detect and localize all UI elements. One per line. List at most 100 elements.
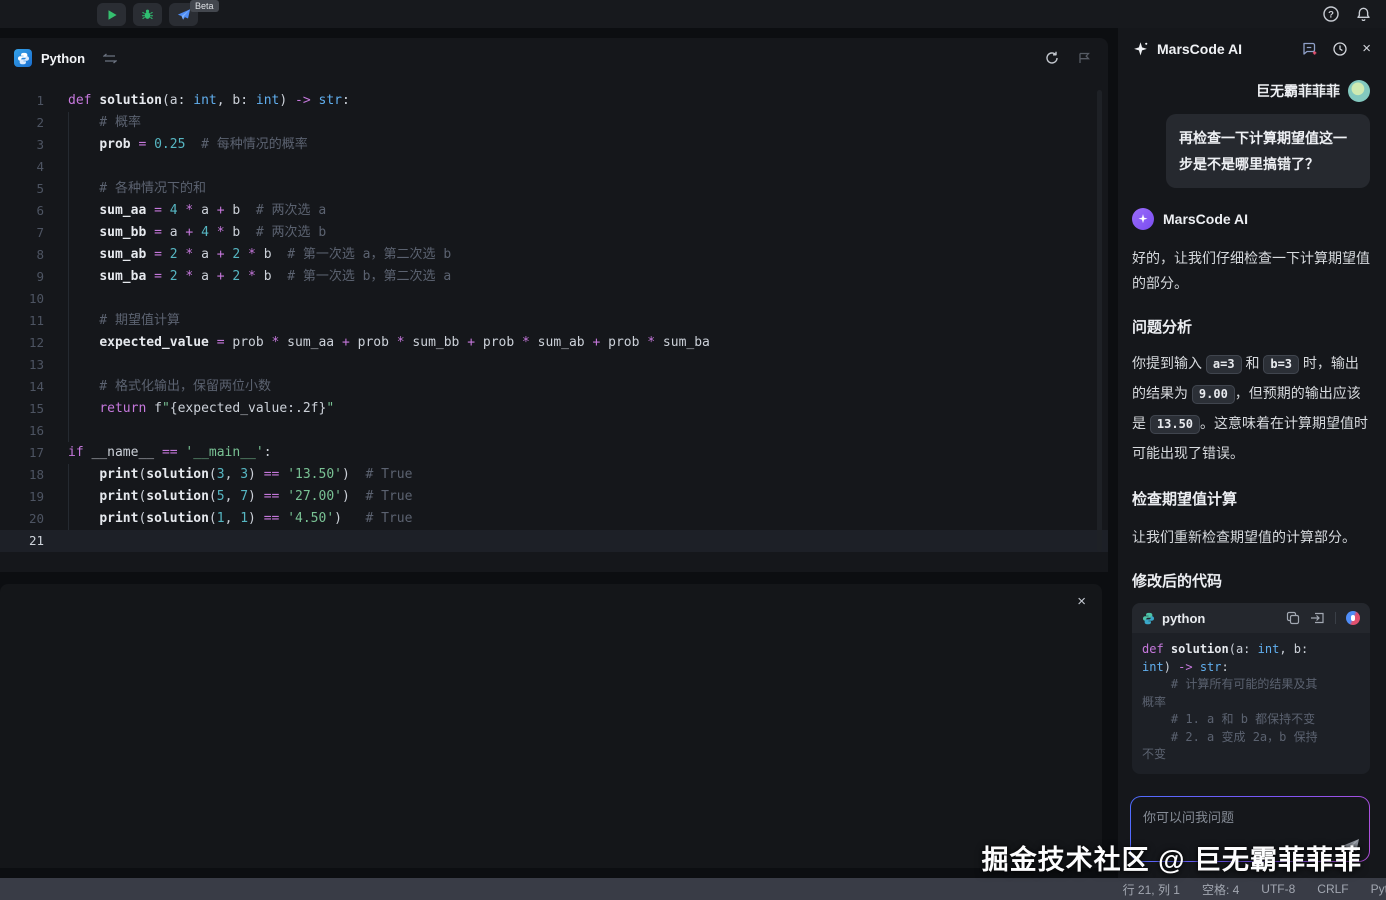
inline-code: a=3: [1205, 355, 1242, 374]
top-toolbar: Beta ?: [0, 0, 1386, 28]
code-token: (a:: [161, 93, 194, 108]
code-token: b: [224, 225, 256, 240]
code-token: 7: [240, 489, 249, 504]
inline-code: 13.50: [1149, 415, 1201, 434]
line-number: 16: [28, 423, 44, 438]
code-token: 4: [201, 225, 209, 240]
close-output-button[interactable]: ×: [1077, 594, 1086, 609]
chat-input[interactable]: [1131, 797, 1369, 861]
code-line[interactable]: 1 def solution(a: int, b: int) -> str:: [0, 90, 1108, 112]
code-token: print: [99, 467, 139, 482]
status-line-ending[interactable]: CRLF: [1317, 882, 1348, 896]
code-token: sum_aa: [99, 203, 147, 218]
code-line[interactable]: 14 # 格式化输出，保留两位小数: [0, 376, 1108, 398]
code-line[interactable]: 8 sum_ab = 2 * a + 2 * b # 第一次选 a，第二次选 b: [0, 244, 1108, 266]
text: 你提到输入: [1132, 355, 1206, 371]
code-token: a: [193, 269, 217, 284]
send-icon[interactable]: [1342, 838, 1360, 854]
format-icon[interactable]: [1076, 50, 1092, 66]
code-token: 3: [240, 467, 249, 482]
code-token: sum_aa: [279, 335, 342, 350]
restore-code-button[interactable]: [1044, 50, 1060, 66]
ai-heading-code: 修改后的代码: [1132, 573, 1223, 590]
code-line[interactable]: 7 sum_bb = a + 4 * b # 两次选 b: [0, 222, 1108, 244]
ai-heading-problem: 问题分析: [1132, 319, 1193, 336]
line-number: 1: [36, 93, 44, 108]
code-token: int: [255, 93, 280, 108]
code-token: # 各种情况下的和: [68, 181, 206, 196]
code-token: '__main__': [185, 445, 264, 460]
status-encoding[interactable]: UTF-8: [1261, 882, 1295, 896]
line-content: print(solution(5, 7) == '27.00') # True: [44, 486, 412, 508]
debug-button[interactable]: [133, 3, 162, 26]
line-content: sum_ba = 2 * a + 2 * b # 第一次选 b，第二次选 a: [44, 266, 451, 288]
code-line[interactable]: 18 print(solution(3, 3) == '13.50') # Tr…: [0, 464, 1108, 486]
code-line[interactable]: 9 sum_ba = 2 * a + 2 * b # 第一次选 b，第二次选 a: [0, 266, 1108, 288]
code-line[interactable]: 2 # 概率: [0, 112, 1108, 134]
code-token: f: [146, 401, 162, 416]
help-button[interactable]: ?: [1322, 5, 1340, 23]
code-token: ): [248, 511, 264, 526]
code-line[interactable]: 5 # 各种情况下的和: [0, 178, 1108, 200]
editor-scrollbar[interactable]: [1097, 90, 1102, 552]
insert-code-button[interactable]: [1310, 611, 1325, 625]
code-token: , b:: [1279, 642, 1309, 656]
status-cursor-position[interactable]: 行 21, 列 1: [1123, 881, 1180, 898]
code-token: =: [154, 269, 162, 284]
inline-code: 9.00: [1191, 385, 1235, 404]
code-token: :: [341, 93, 350, 108]
line-content: print(solution(1, 1) == '4.50') # True: [44, 508, 412, 530]
new-chat-button[interactable]: [1301, 41, 1318, 57]
code-token: def: [1142, 642, 1164, 656]
tab-python[interactable]: Python: [41, 51, 85, 66]
code-editor[interactable]: 1 def solution(a: int, b: int) -> str: 2 #…: [0, 78, 1108, 552]
code-line[interactable]: 12 expected_value = prob * sum_aa + prob…: [0, 332, 1108, 354]
history-button[interactable]: [1332, 41, 1348, 57]
run-button[interactable]: [97, 3, 126, 26]
code-token: {expected_value:.2f}: [169, 401, 327, 416]
code-token: __name__: [83, 445, 162, 460]
code-line[interactable]: 15 return f"{expected_value:.2f}": [0, 398, 1108, 420]
code-line[interactable]: 3 prob = 0.25 # 每种情况的概率: [0, 134, 1108, 156]
code-token: sum_ba: [655, 335, 710, 350]
code-line[interactable]: 11 # 期望值计算: [0, 310, 1108, 332]
status-language[interactable]: Python: [1371, 882, 1386, 896]
apply-code-button[interactable]: [1346, 611, 1360, 625]
code-block-language: python: [1162, 610, 1206, 626]
close-panel-button[interactable]: ×: [1362, 41, 1371, 56]
code-token: prob: [224, 335, 272, 350]
code-line[interactable]: 10: [0, 288, 1108, 310]
code-line[interactable]: 16: [0, 420, 1108, 442]
code-line[interactable]: 13: [0, 354, 1108, 376]
line-number: 12: [28, 335, 44, 350]
code-line[interactable]: 21: [0, 530, 1108, 552]
line-number: 3: [36, 137, 44, 152]
code-token: expected_value: [99, 335, 209, 350]
chat-input-field[interactable]: [1131, 797, 1369, 861]
line-content: [44, 530, 68, 552]
ai-paragraph-analysis: 你提到输入 a=3 和 b=3 时，输出的结果为 9.00 ，但预期的输出应该是 …: [1132, 349, 1370, 468]
code-token: , b:: [216, 93, 256, 108]
switch-language-icon[interactable]: [103, 52, 118, 64]
code-line[interactable]: 17 if __name__ == '__main__':: [0, 442, 1108, 464]
bell-icon[interactable]: [1355, 6, 1372, 23]
code-line[interactable]: 6 sum_aa = 4 * a + b # 两次选 a: [0, 200, 1108, 222]
copy-code-button[interactable]: [1286, 611, 1300, 625]
svg-text:?: ?: [1328, 9, 1334, 20]
status-indent-size[interactable]: 空格: 4: [1202, 881, 1239, 898]
code-line[interactable]: 4: [0, 156, 1108, 178]
code-token: prob: [475, 335, 523, 350]
code-line[interactable]: 20 print(solution(1, 1) == '4.50') # Tru…: [0, 508, 1108, 530]
line-number: 13: [28, 357, 44, 372]
code-token: '4.50': [287, 511, 335, 526]
code-line[interactable]: 19 print(solution(5, 7) == '27.00') # Tr…: [0, 486, 1108, 508]
